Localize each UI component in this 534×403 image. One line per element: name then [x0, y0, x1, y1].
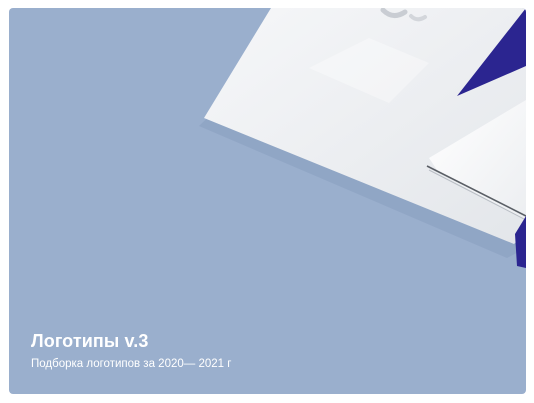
card-subtitle: Подборка логотипов за 2020— 2021 г	[31, 358, 232, 370]
card-caption: Логотипы v.3 Подборка логотипов за 2020—…	[31, 330, 501, 372]
card-title[interactable]: Логотипы v.3	[31, 330, 501, 352]
project-card[interactable]: Логотипы v.3 Подборка логотипов за 2020—…	[9, 8, 526, 394]
